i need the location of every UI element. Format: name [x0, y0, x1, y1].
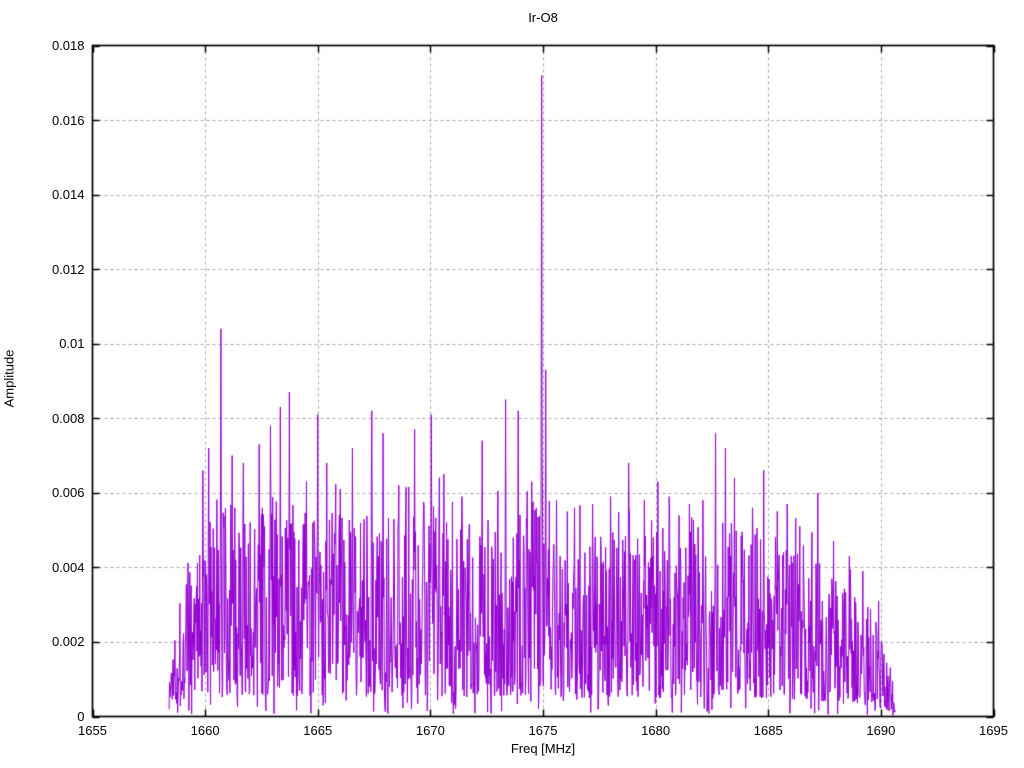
x-axis-title: Freq [MHz]	[510, 741, 576, 756]
y-tick-label: 0.002	[51, 634, 85, 650]
y-tick-label: 0.01	[59, 336, 85, 352]
x-tick-label: 1660	[190, 722, 220, 738]
x-tick-label: 1655	[78, 722, 107, 738]
x-tick-label: 1685	[753, 722, 783, 738]
y-tick-label: 0.012	[51, 261, 85, 277]
y-tick-label: 0.008	[51, 410, 85, 426]
x-tick-label: 1670	[415, 722, 445, 738]
y-tick-label: 0.006	[51, 485, 85, 501]
y-tick-label: 0.004	[51, 559, 85, 575]
y-tick-label: 0.014	[51, 187, 85, 203]
x-tick-label: 1675	[528, 722, 558, 738]
plot-canvas	[0, 0, 1024, 768]
x-tick-label: 1665	[303, 722, 333, 738]
y-axis-title: Amplitude	[1, 349, 17, 408]
x-tick-label: 1680	[641, 722, 671, 738]
y-tick-label: 0.016	[51, 112, 85, 128]
x-tick-label: 1690	[866, 722, 896, 738]
y-tick-label: 0.018	[51, 38, 85, 53]
chart-title: Ir-O8	[528, 10, 558, 25]
spectrum-chart: Ir-O8 Amplitude Freq [MHz] 0 0.002 0.004 0.…	[0, 0, 1024, 768]
x-tick-label: 1695	[979, 722, 1008, 738]
